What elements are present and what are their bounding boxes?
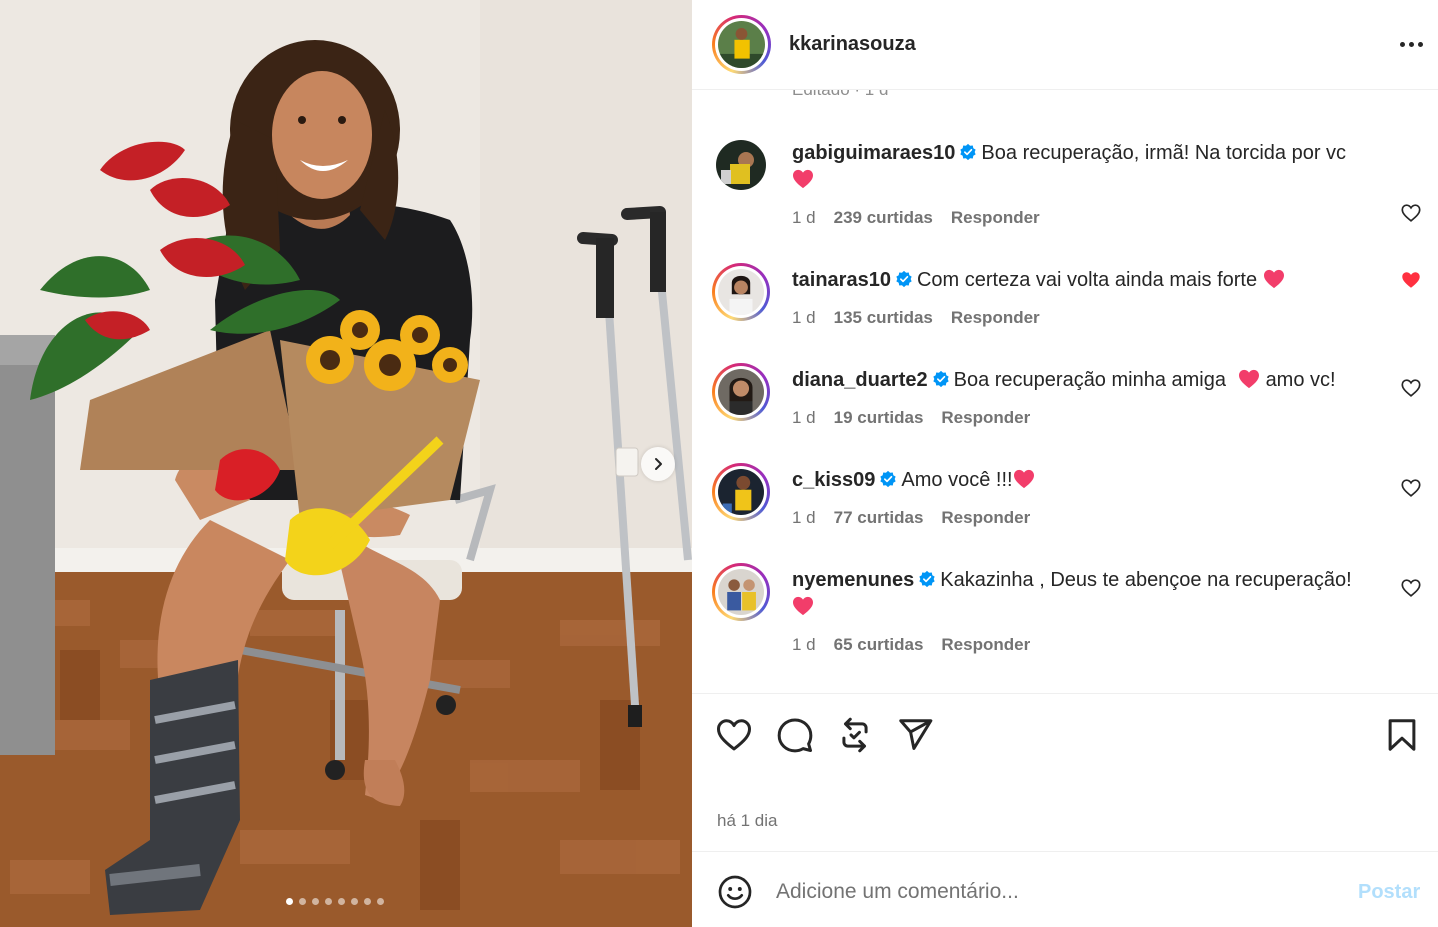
comment-likes[interactable]: 77 curtidas: [834, 508, 924, 528]
comment-text: c_kiss09 Amo você !!!: [792, 467, 1382, 494]
chevron-right-icon: [655, 458, 662, 470]
reply-button[interactable]: Responder: [941, 508, 1030, 528]
reply-button[interactable]: Responder: [951, 208, 1040, 228]
comment-likes[interactable]: 239 curtidas: [834, 208, 933, 228]
heart-outline-icon: [1401, 204, 1421, 222]
verified-badge-icon: [896, 270, 912, 288]
smiley-icon[interactable]: [717, 874, 753, 910]
comment-body: Amo você !!!: [901, 469, 1013, 491]
post-header: kkarinasouza: [692, 0, 1438, 90]
comment-like-button[interactable]: [1400, 477, 1422, 499]
comment-like-button[interactable]: [1400, 577, 1422, 599]
carousel-dot-active: [286, 898, 293, 905]
comment-avatar-ring[interactable]: [712, 263, 770, 321]
next-slide-button[interactable]: [641, 447, 675, 481]
comment-like-button[interactable]: [1400, 202, 1422, 224]
comment-avatar-ring[interactable]: [712, 563, 770, 621]
more-horizontal-icon: [1399, 41, 1405, 47]
comment-time: 1 d: [792, 635, 816, 654]
verified-badge-icon: [932, 370, 949, 388]
comment-like-button[interactable]: [1400, 377, 1422, 399]
post-media: [0, 0, 692, 927]
heart-filled-icon: [1402, 272, 1420, 288]
add-comment-bar: Postar: [692, 851, 1438, 927]
comment-username[interactable]: nyemenunes: [792, 569, 914, 591]
carousel-dot: [338, 898, 345, 905]
comment-body: Com certeza vai volta ainda mais forte: [916, 269, 1258, 291]
comment-likes[interactable]: 135 curtidas: [834, 308, 933, 328]
comment-icon[interactable]: [776, 716, 814, 754]
comment-meta: 1 d 77 curtidas Responder: [792, 508, 1030, 528]
heart-icon[interactable]: [715, 716, 753, 754]
heart-emoji-icon: [793, 596, 813, 616]
bookmark-icon[interactable]: [1383, 716, 1421, 754]
comment-avatar[interactable]: [716, 140, 766, 190]
heart-emoji-icon: [1013, 469, 1034, 489]
post-panel: kkarinasouza Editado · 1 d gabiguimaraes…: [692, 0, 1438, 927]
comment-meta: 1 d 135 curtidas Responder: [792, 308, 1040, 328]
share-icon[interactable]: [896, 716, 934, 754]
comment-time: 1 d: [792, 308, 816, 327]
comment-username[interactable]: diana_duarte2: [792, 369, 928, 391]
comment-text: gabiguimaraes10 Boa recuperação, irmã! Na…: [792, 140, 1382, 194]
comment-input[interactable]: [776, 874, 1336, 910]
post-photo: [0, 0, 692, 927]
carousel-dot: [364, 898, 371, 905]
post-comment-button[interactable]: Postar: [1358, 881, 1420, 904]
verified-badge-icon: [880, 470, 897, 488]
comment-avatar-ring[interactable]: [712, 463, 770, 521]
owner-avatar-ring[interactable]: [712, 15, 771, 74]
comment-avatar: [718, 369, 764, 415]
comment-time: 1 d: [792, 408, 816, 427]
comment-username[interactable]: gabiguimaraes10: [792, 142, 955, 164]
owner-avatar: [718, 21, 765, 68]
comment-body: Kakazinha , Deus te abençoe na recuperaç…: [940, 569, 1352, 591]
more-options-button[interactable]: [1396, 32, 1426, 56]
reply-button[interactable]: Responder: [951, 308, 1040, 328]
verified-badge-icon: [919, 570, 935, 588]
comment-text: nyemenunes Kakazinha , Deus te abençoe na…: [792, 567, 1382, 621]
heart-outline-icon: [1401, 379, 1421, 397]
carousel-indicator: [286, 898, 384, 905]
comment-meta: 1 d 239 curtidas Responder: [792, 208, 1040, 228]
comment-text: tainaras10 Com certeza vai volta ainda ma…: [792, 267, 1382, 294]
comment-avatar: [718, 569, 764, 615]
comment-avatar-ring[interactable]: [712, 363, 770, 421]
verified-badge-icon: [960, 143, 977, 161]
comment-likes[interactable]: 19 curtidas: [834, 408, 924, 428]
comment-username[interactable]: c_kiss09: [792, 469, 875, 491]
comment-time: 1 d: [792, 208, 816, 227]
comment-text: diana_duarte2 Boa recuperação minha amiga…: [792, 367, 1382, 394]
comment-meta: 1 d 19 curtidas Responder: [792, 408, 1030, 428]
owner-username[interactable]: kkarinasouza: [789, 33, 916, 56]
comment-time: 1 d: [792, 508, 816, 527]
comment-body: Boa recuperação minha amiga: [953, 369, 1226, 391]
heart-emoji-icon: [793, 169, 813, 189]
post-timestamp[interactable]: há 1 dia: [717, 811, 778, 831]
comments-list: gabiguimaraes10 Boa recuperação, irmã! Na…: [692, 90, 1438, 693]
carousel-dot: [312, 898, 319, 905]
heart-emoji-icon: [1263, 269, 1284, 289]
comment-body-tail: amo vc!: [1265, 369, 1336, 391]
comment-username[interactable]: tainaras10: [792, 269, 891, 291]
carousel-dot: [351, 898, 358, 905]
carousel-dot: [299, 898, 306, 905]
carousel-dot: [377, 898, 384, 905]
reply-button[interactable]: Responder: [941, 408, 1030, 428]
post-actions: há 1 dia: [692, 693, 1438, 851]
comment-likes[interactable]: 65 curtidas: [834, 635, 924, 655]
reply-button[interactable]: Responder: [941, 635, 1030, 655]
heart-outline-icon: [1401, 579, 1421, 597]
repost-icon[interactable]: [836, 716, 874, 754]
comment-avatar: [718, 269, 764, 315]
comment-avatar: [718, 469, 764, 515]
comment-like-button[interactable]: [1400, 269, 1422, 291]
heart-emoji-icon: [1238, 369, 1259, 389]
heart-outline-icon: [1401, 479, 1421, 497]
comment-meta: 1 d 65 curtidas Responder: [792, 635, 1030, 655]
comment-body: Boa recuperação, irmã! Na torcida por vc: [981, 142, 1347, 164]
carousel-dot: [325, 898, 332, 905]
